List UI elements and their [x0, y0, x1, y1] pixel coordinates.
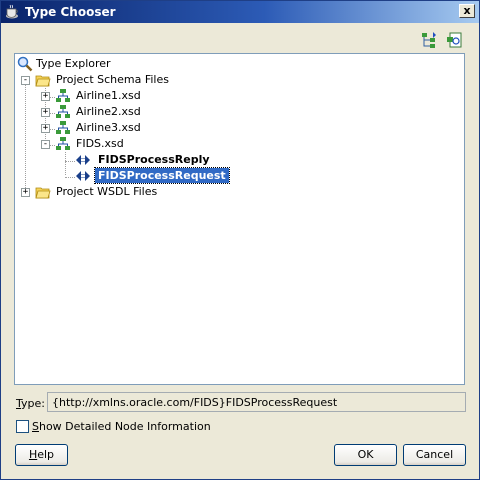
show-detail-mnemonic: S — [32, 420, 39, 433]
type-label-rest: ype: — [21, 397, 45, 410]
tree-label: FIDSProcessReply — [98, 153, 210, 166]
folder-icon — [35, 187, 51, 199]
tree-connector — [65, 161, 75, 162]
window-title: Type Chooser — [25, 5, 116, 19]
import-schema-icon[interactable] — [446, 31, 464, 49]
tree-connector — [65, 177, 75, 178]
folder-icon — [35, 75, 51, 87]
schema-icon — [56, 137, 70, 150]
tree-label: Airline2.xsd — [76, 105, 141, 118]
tree-label-selected: FIDSProcessRequest — [94, 167, 230, 184]
tree-label: Airline3.xsd — [76, 121, 141, 134]
help-mnemonic: H — [28, 448, 38, 461]
magnifier-icon — [17, 56, 33, 72]
help-rest: elp — [37, 448, 55, 461]
type-field[interactable]: {http://xmlns.oracle.com/FIDS}FIDSProces… — [47, 392, 466, 412]
tree-label: FIDS.xsd — [76, 137, 124, 150]
schema-icon — [56, 105, 70, 118]
close-icon: x — [463, 4, 471, 17]
schema-icon — [56, 89, 70, 102]
collapse-toggle[interactable]: - — [21, 76, 30, 85]
expand-toggle[interactable]: + — [41, 108, 50, 117]
element-icon — [76, 171, 90, 181]
cancel-button[interactable]: Cancel — [403, 444, 466, 466]
expand-toggle[interactable]: + — [21, 188, 30, 197]
tree-label: Airline1.xsd — [76, 89, 141, 102]
coffee-cup-icon — [6, 4, 18, 19]
tree-connector — [65, 152, 66, 175]
tree-label: Type Explorer — [36, 57, 111, 70]
ok-button[interactable]: OK — [334, 444, 397, 466]
close-button[interactable]: x — [459, 4, 475, 18]
title-bar[interactable]: Type Chooser x — [1, 1, 479, 23]
collapse-toggle[interactable]: - — [41, 140, 50, 149]
expand-toggle[interactable]: + — [41, 124, 50, 133]
tree-label: Project WSDL Files — [56, 185, 158, 198]
tree-connector — [25, 82, 26, 192]
type-label: Type: — [16, 397, 45, 410]
type-chooser-dialog: Type Chooser x Type Explorer - Project S… — [0, 0, 480, 480]
hierarchy-toggle-icon[interactable] — [420, 31, 438, 49]
show-detail-rest: how Detailed Node Information — [38, 420, 211, 433]
show-detailed-node-checkbox[interactable] — [16, 420, 29, 433]
type-tree[interactable]: Type Explorer - Project Schema Files + A… — [14, 53, 465, 385]
schema-icon — [56, 121, 70, 134]
show-detailed-node-label[interactable]: Show Detailed Node Information — [32, 420, 211, 433]
expand-toggle[interactable]: + — [41, 92, 50, 101]
help-button[interactable]: Help — [15, 444, 68, 466]
element-icon — [76, 155, 90, 165]
tree-label: Project Schema Files — [56, 73, 169, 86]
